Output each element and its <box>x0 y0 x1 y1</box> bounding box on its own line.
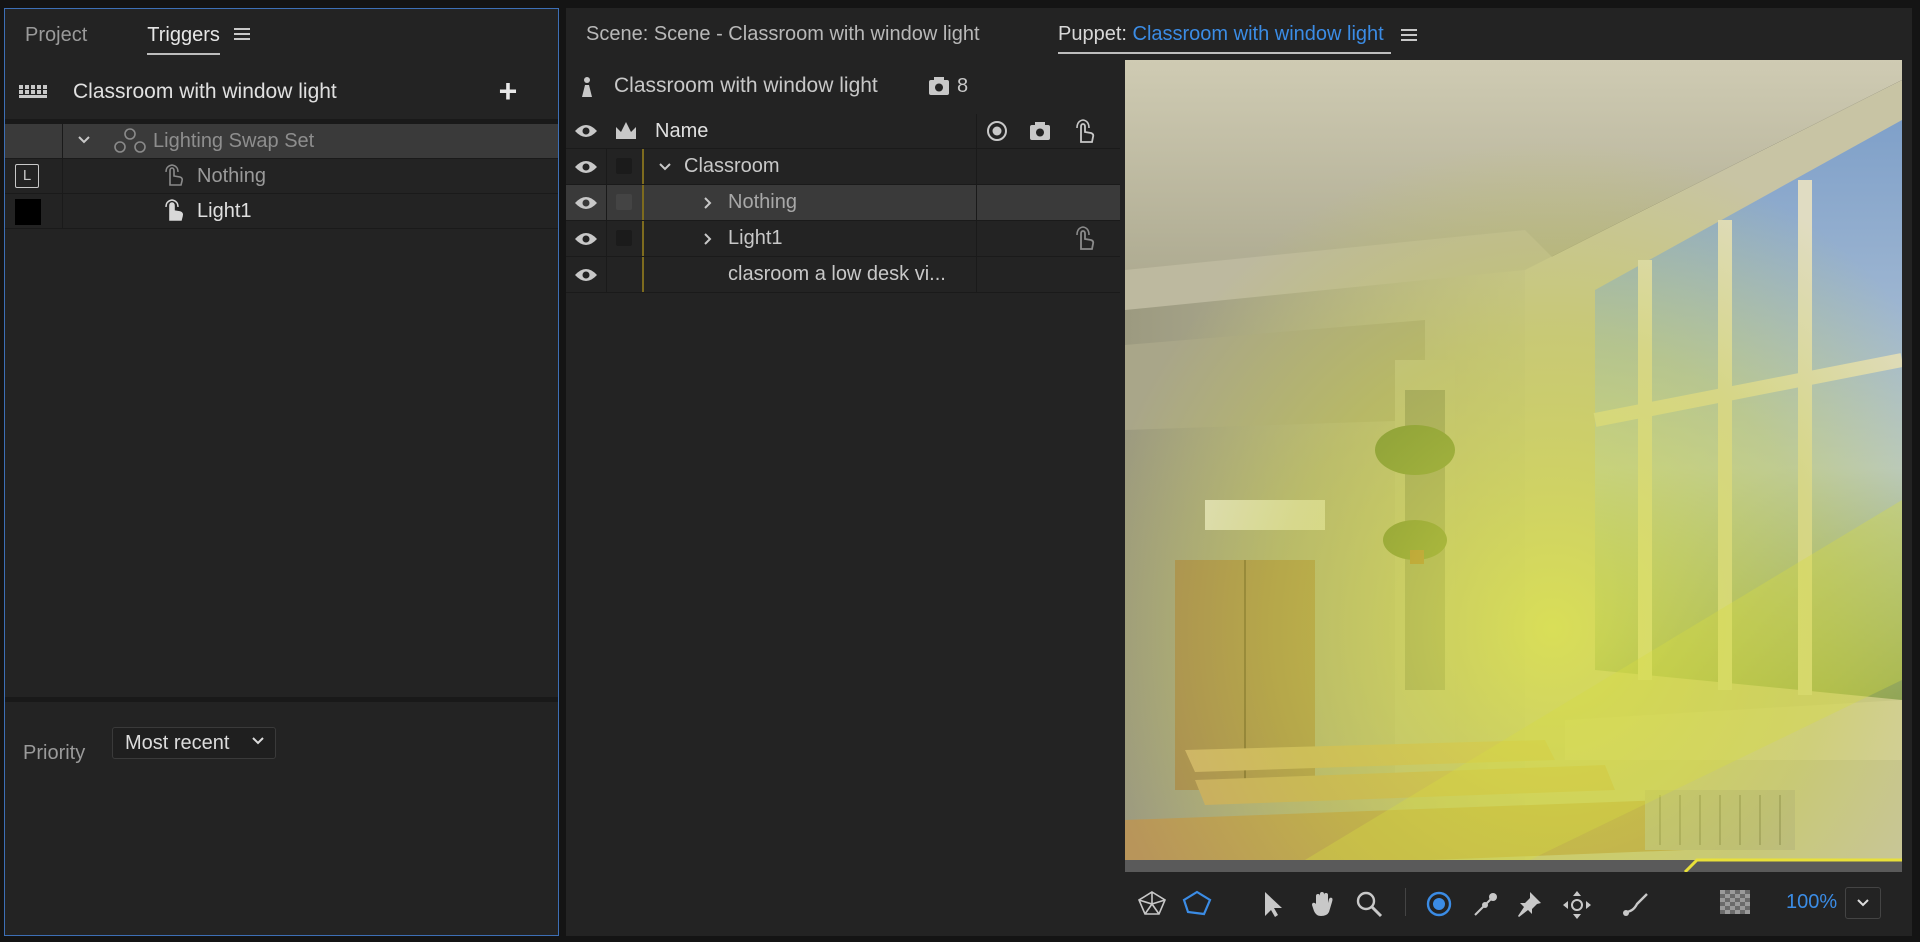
mesh-icon[interactable] <box>1137 890 1167 916</box>
trigger-hand-icon <box>165 199 184 221</box>
zoom-icon[interactable] <box>1355 890 1383 918</box>
key-cell[interactable]: L <box>5 159 63 193</box>
layer-row[interactable]: Light1 <box>566 221 1120 257</box>
puppet-viewport[interactable] <box>1125 60 1902 872</box>
priority-label: Priority <box>23 742 86 764</box>
left-tabbar: Project Triggers <box>5 9 558 61</box>
classroom-image <box>1125 60 1902 872</box>
layer-row[interactable]: Nothing <box>566 185 1120 221</box>
puppet-name: Classroom with window light <box>614 74 878 97</box>
zoom-dropdown[interactable] <box>1845 887 1881 919</box>
layer-label: Nothing <box>728 191 797 213</box>
brush-tool-icon[interactable] <box>1621 890 1651 918</box>
solo-checkbox[interactable] <box>616 158 632 174</box>
chevron-down-icon[interactable] <box>658 162 672 172</box>
layer-label: clasroom a low desk vi... <box>728 263 946 285</box>
eye-icon[interactable] <box>574 159 598 175</box>
layer-label: Classroom <box>684 155 780 177</box>
solo-checkbox[interactable] <box>616 194 632 210</box>
eye-icon[interactable] <box>574 123 598 139</box>
dragger-tool-icon[interactable] <box>1562 890 1592 920</box>
panel-menu-icon[interactable] <box>233 24 250 47</box>
chevron-down-icon <box>1857 899 1869 907</box>
puppet-tab-name: Classroom with window light <box>1132 23 1384 45</box>
outline-icon[interactable] <box>1182 890 1212 916</box>
select-arrow-icon[interactable] <box>1261 890 1285 918</box>
pin-tool-icon[interactable] <box>1515 890 1543 918</box>
trigger-label: Nothing <box>197 165 266 187</box>
record-icon[interactable] <box>986 120 1008 142</box>
swap-set-row[interactable]: Lighting Swap Set <box>5 124 558 159</box>
layer-row[interactable]: clasroom a low desk vi... <box>566 257 1120 293</box>
panel-menu-icon[interactable] <box>1401 28 1418 42</box>
trigger-row[interactable]: Light1 <box>5 194 558 229</box>
trigger-hand-icon[interactable] <box>1072 117 1098 145</box>
chevron-down-icon <box>252 737 264 745</box>
eye-icon[interactable] <box>574 267 598 283</box>
behavior-count: 8 <box>957 75 969 97</box>
camera-behavior-icon[interactable] <box>1029 121 1051 141</box>
trigger-hand-icon <box>165 164 184 186</box>
hand-icon[interactable] <box>1309 890 1337 918</box>
tab-scene[interactable]: Scene: Scene - Classroom with window lig… <box>586 8 980 60</box>
key-cell[interactable] <box>5 124 63 158</box>
eye-icon[interactable] <box>574 195 598 211</box>
layer-label: Light1 <box>728 227 783 249</box>
handle-tool-icon[interactable] <box>1425 890 1453 918</box>
stick-tool-icon[interactable] <box>1471 890 1499 918</box>
chevron-right-icon[interactable] <box>703 196 713 210</box>
tab-puppet[interactable]: Puppet: Classroom with window light <box>1058 8 1418 60</box>
trigger-header: Classroom with window light + <box>5 65 558 119</box>
crown-icon[interactable] <box>614 119 638 141</box>
trigger-label: Light1 <box>197 200 252 222</box>
chevron-right-icon[interactable] <box>703 232 713 246</box>
tab-project[interactable]: Project <box>25 9 87 61</box>
trigger-hand-icon[interactable] <box>1072 224 1098 252</box>
puppet-tab-prefix: Puppet: <box>1058 23 1127 45</box>
trigger-puppet-title: Classroom with window light <box>73 80 337 103</box>
viewport-toolbar: 100% <box>1125 876 1902 928</box>
eye-icon[interactable] <box>574 231 598 247</box>
zoom-level[interactable]: 100% <box>1786 876 1837 928</box>
name-column-header[interactable]: Name <box>655 114 708 148</box>
transparency-grid-icon[interactable] <box>1720 890 1750 914</box>
puppet-header: Classroom with window light 8 <box>566 64 1120 108</box>
priority-value: Most recent <box>125 732 230 754</box>
toolbar-divider <box>1405 888 1406 916</box>
trigger-key-empty[interactable] <box>15 199 41 225</box>
trigger-key[interactable]: L <box>15 164 39 188</box>
key-cell[interactable] <box>5 194 63 228</box>
divider <box>5 697 558 702</box>
layer-column-header: Name <box>566 114 1120 149</box>
priority-select[interactable]: Most recent <box>112 727 276 759</box>
tab-triggers[interactable]: Triggers <box>147 9 220 61</box>
trigger-row[interactable]: L Nothing <box>5 159 558 194</box>
puppet-icon <box>582 77 592 97</box>
swap-set-label: Lighting Swap Set <box>153 130 315 152</box>
camera-behavior-icon <box>929 77 949 95</box>
add-trigger-button[interactable]: + <box>494 75 522 107</box>
triggers-panel: Project Triggers Classroom with window l… <box>4 8 559 936</box>
swap-set-icon <box>114 128 146 153</box>
chevron-down-icon[interactable] <box>77 135 91 145</box>
layer-row[interactable]: Classroom <box>566 149 1120 185</box>
keyboard-icon[interactable] <box>19 85 47 99</box>
solo-checkbox[interactable] <box>616 230 632 246</box>
